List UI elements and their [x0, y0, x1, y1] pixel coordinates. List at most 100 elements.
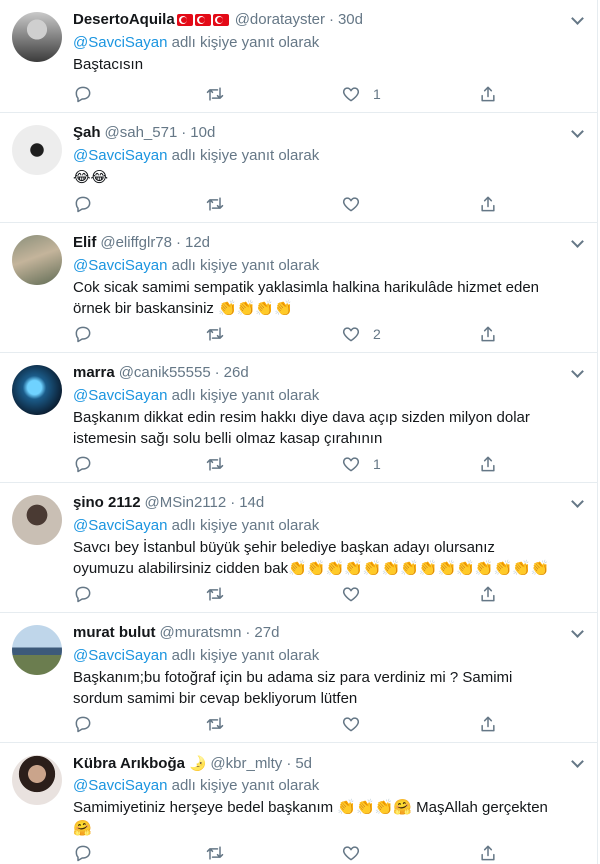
like-button[interactable] [341, 583, 373, 605]
share-icon [481, 326, 495, 342]
caret-down-icon[interactable] [571, 495, 584, 508]
caret-down-icon[interactable] [571, 625, 584, 638]
display-name[interactable]: marra [73, 364, 115, 381]
reply-button[interactable] [73, 453, 93, 475]
display-name[interactable]: Elif [73, 234, 96, 251]
share-button[interactable] [478, 323, 498, 345]
tweet-reply[interactable]: marra @canik55555 · 26d @SavciSayan adlı ki… [0, 353, 598, 483]
user-handle[interactable]: @kbr_mlty [210, 755, 282, 772]
tweet-text: Savcı bey İstanbul büyük şehir belediye … [73, 539, 550, 577]
user-handle[interactable]: @canik55555 [119, 364, 211, 381]
turkish-flag-emoji [176, 11, 231, 33]
user-handle[interactable]: @sah_571 [105, 124, 178, 141]
mention-link[interactable]: @SavciSayan [73, 777, 167, 794]
mention-link[interactable]: @SavciSayan [73, 387, 167, 404]
mention-link[interactable]: @SavciSayan [73, 517, 167, 534]
avatar[interactable] [12, 755, 62, 805]
like-button[interactable]: 2 [341, 323, 381, 345]
timestamp[interactable]: 27d [254, 624, 279, 641]
share-icon [481, 586, 495, 602]
caret-down-icon[interactable] [571, 12, 584, 25]
retweet-icon [206, 197, 224, 211]
timestamp[interactable]: 26d [224, 364, 249, 381]
share-button[interactable] [478, 842, 498, 864]
like-button[interactable] [341, 842, 373, 864]
share-button[interactable] [478, 83, 498, 105]
reply-icon [75, 86, 91, 103]
timestamp[interactable]: 30d [338, 11, 363, 28]
avatar[interactable] [12, 12, 62, 62]
reply-button[interactable] [73, 713, 93, 735]
caret-down-icon[interactable] [571, 235, 584, 248]
timestamp[interactable]: 12d [185, 234, 210, 251]
caret-down-icon[interactable] [571, 125, 584, 138]
retweet-button[interactable] [205, 583, 225, 605]
separator-dot: · [230, 494, 236, 511]
like-button[interactable] [341, 713, 373, 735]
avatar[interactable] [12, 625, 62, 675]
user-handle[interactable]: @muratsmn [160, 624, 242, 641]
retweet-icon [206, 327, 224, 341]
tweet-text: Başkanım;bu fotoğraf için bu adama siz p… [73, 669, 513, 707]
tweet-header: Kübra Arıkboğa 🌛 @kbr_mlty · 5d [73, 752, 558, 774]
retweet-button[interactable] [205, 193, 225, 215]
retweet-button[interactable] [205, 323, 225, 345]
tweet-reply[interactable]: Şah @sah_571 · 10d @SavciSayan adlı kişiye … [0, 113, 598, 223]
timestamp[interactable]: 14d [239, 494, 264, 511]
retweet-button[interactable] [205, 713, 225, 735]
mention-link[interactable]: @SavciSayan [73, 147, 167, 164]
reply-button[interactable] [73, 583, 93, 605]
mention-link[interactable]: @SavciSayan [73, 647, 167, 664]
like-icon [342, 197, 360, 212]
share-button[interactable] [478, 193, 498, 215]
like-icon [342, 457, 360, 472]
like-button[interactable]: 1 [341, 453, 381, 475]
mention-link[interactable]: @SavciSayan [73, 257, 167, 274]
caret-down-icon[interactable] [571, 755, 584, 768]
share-button[interactable] [478, 713, 498, 735]
avatar[interactable] [12, 365, 62, 415]
retweet-button[interactable] [205, 842, 225, 864]
tweet-reply[interactable]: murat bulut @muratsmn · 27d @SavciSayan adl… [0, 613, 598, 743]
tweet-reply[interactable]: Kübra Arıkboğa 🌛 @kbr_mlty · 5d @SavciSayan … [0, 743, 598, 864]
timestamp[interactable]: 5d [295, 755, 312, 772]
share-button[interactable] [478, 583, 498, 605]
avatar[interactable] [12, 235, 62, 285]
reply-context: @SavciSayan adlı kişiye yanıt olarak [73, 145, 319, 167]
separator-dot: · [214, 364, 220, 381]
display-name[interactable]: Şah [73, 124, 101, 141]
avatar[interactable] [12, 125, 62, 175]
reply-context-text: adlı kişiye yanıt olarak [167, 777, 320, 794]
reply-button[interactable] [73, 83, 93, 105]
display-name[interactable]: Kübra Arıkboğa [73, 755, 185, 772]
retweet-icon [206, 846, 224, 860]
user-handle[interactable]: @MSin2112 [145, 494, 227, 511]
retweet-button[interactable] [205, 83, 225, 105]
tweet-text: 😂😂 [73, 169, 109, 186]
mention-link[interactable]: @SavciSayan [73, 34, 167, 51]
retweet-button[interactable] [205, 453, 225, 475]
timestamp[interactable]: 10d [190, 124, 215, 141]
user-handle[interactable]: @doratayster [235, 11, 325, 28]
like-icon [342, 846, 360, 861]
share-button[interactable] [478, 453, 498, 475]
reply-button[interactable] [73, 193, 93, 215]
caret-down-icon[interactable] [571, 365, 584, 378]
like-button[interactable]: 1 [341, 83, 381, 105]
reply-context-text: adlı kişiye yanıt olarak [167, 147, 320, 164]
like-count: 2 [373, 326, 381, 342]
display-name[interactable]: şino 2112 [73, 494, 141, 511]
reply-button[interactable] [73, 842, 93, 864]
like-button[interactable] [341, 193, 373, 215]
display-name[interactable]: murat bulut [73, 624, 156, 641]
tweet-reply[interactable]: Elif @eliffglr78 · 12d @SavciSayan adlı kiş… [0, 223, 598, 353]
tweet-reply[interactable]: DesertoAquila @doratayster · 30d @SavciSaya… [0, 0, 598, 113]
user-handle[interactable]: @eliffglr78 [100, 234, 172, 251]
avatar[interactable] [12, 495, 62, 545]
display-name[interactable]: DesertoAquila [73, 11, 175, 28]
reply-context: @SavciSayan adlı kişiye yanıt olarak [73, 255, 319, 277]
reply-context: @SavciSayan adlı kişiye yanıt olarak [73, 645, 319, 667]
reply-button[interactable] [73, 323, 93, 345]
reply-icon [75, 196, 91, 213]
tweet-reply[interactable]: şino 2112 @MSin2112 · 14d @SavciSayan adlı … [0, 483, 598, 613]
